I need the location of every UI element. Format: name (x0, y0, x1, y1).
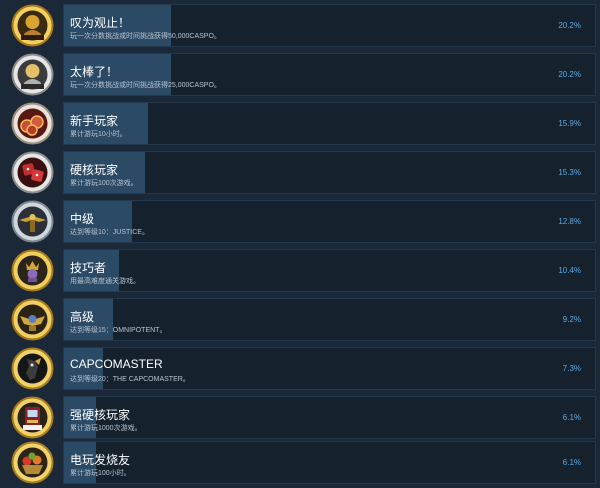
achievement-panel: 叹为观止！ 玩一次分数挑战或时间挑战获得50,000CASPO。 20.2% (63, 4, 596, 47)
achievement-row[interactable]: 强硬核玩家 累计游玩1000次游戏。 6.1% (11, 396, 596, 439)
achievement-percent: 10.4% (558, 266, 581, 275)
achievement-title: 太棒了！ (70, 65, 119, 79)
achievement-row[interactable]: 太棒了！ 玩一次分数挑战或时间挑战获得25,000CASPO。 20.2% (11, 53, 596, 96)
silver-bearded-fighter-icon (11, 53, 54, 96)
achievement-panel: 技巧者 用最高难度通关游戏。 10.4% (63, 249, 596, 292)
dark-warrior-icon (11, 347, 54, 390)
achievement-list: 叹为观止！ 玩一次分数挑战或时间挑战获得50,000CASPO。 20.2% 太… (0, 0, 600, 488)
achievement-percent: 15.3% (558, 168, 581, 177)
achievement-panel: 中级 达到等级10：JUSTICE。 12.8% (63, 200, 596, 243)
red-dice-icon (11, 151, 54, 194)
achievement-percent: 6.1% (562, 413, 581, 422)
achievement-row[interactable]: 高级 达到等级15：OMNIPOTENT。 9.2% (11, 298, 596, 341)
achievement-percent: 20.2% (558, 70, 581, 79)
achievement-panel: 电玩发烧友 累计游玩100小时。 6.1% (63, 441, 596, 484)
achievement-percent: 15.9% (558, 119, 581, 128)
achievement-row[interactable]: 硬核玩家 累计游玩100次游戏。 15.3% (11, 151, 596, 194)
fruit-basket-icon (11, 441, 54, 484)
achievement-description: 达到等级20：THE CAPCOMASTER。 (70, 376, 190, 383)
achievement-row[interactable]: CAPCOMASTER 达到等级20：THE CAPCOMASTER。 7.3% (11, 347, 596, 390)
achievement-title: 新手玩家 (70, 114, 119, 128)
achievement-description: 累计游玩10小时。 (70, 131, 127, 138)
achievement-description: 达到等级15：OMNIPOTENT。 (70, 327, 167, 334)
achievement-description: 用最高难度通关游戏。 (70, 278, 140, 285)
achievement-percent: 12.8% (558, 217, 581, 226)
gold-bearded-fighter-icon (11, 4, 54, 47)
achievement-title: 高级 (70, 310, 95, 324)
achievement-description: 累计游玩1000次游戏。 (70, 425, 142, 432)
achievement-description: 累计游玩100次游戏。 (70, 180, 138, 187)
achievement-panel: 新手玩家 累计游玩10小时。 15.9% (63, 102, 596, 145)
achievement-description: 玩一次分数挑战或时间挑战获得50,000CASPO。 (70, 33, 221, 40)
achievement-percent: 6.1% (562, 458, 581, 467)
winged-crest-icon (11, 200, 54, 243)
achievement-description: 玩一次分数挑战或时间挑战获得25,000CASPO。 (70, 82, 221, 89)
red-coins-icon (11, 102, 54, 145)
achievement-percent: 20.2% (558, 21, 581, 30)
achievement-title: 中级 (70, 212, 95, 226)
achievement-panel: CAPCOMASTER 达到等级20：THE CAPCOMASTER。 7.3% (63, 347, 596, 390)
crowned-figure-icon (11, 249, 54, 292)
achievement-title: 电玩发烧友 (70, 453, 131, 467)
achievement-title: CAPCOMASTER (70, 357, 163, 371)
achievement-percent: 7.3% (562, 364, 581, 373)
achievement-description: 达到等级10：JUSTICE。 (70, 229, 149, 236)
arcade-machine-icon (11, 396, 54, 439)
achievement-percent: 9.2% (562, 315, 581, 324)
achievement-row[interactable]: 电玩发烧友 累计游玩100小时。 6.1% (11, 441, 596, 484)
achievement-row[interactable]: 技巧者 用最高难度通关游戏。 10.4% (11, 249, 596, 292)
achievement-panel: 高级 达到等级15：OMNIPOTENT。 9.2% (63, 298, 596, 341)
achievement-row[interactable]: 中级 达到等级10：JUSTICE。 12.8% (11, 200, 596, 243)
winged-emblem-icon (11, 298, 54, 341)
achievement-panel: 太棒了！ 玩一次分数挑战或时间挑战获得25,000CASPO。 20.2% (63, 53, 596, 96)
achievement-row[interactable]: 叹为观止！ 玩一次分数挑战或时间挑战获得50,000CASPO。 20.2% (11, 4, 596, 47)
achievement-description: 累计游玩100小时。 (70, 470, 131, 477)
achievement-panel: 强硬核玩家 累计游玩1000次游戏。 6.1% (63, 396, 596, 439)
achievement-row[interactable]: 新手玩家 累计游玩10小时。 15.9% (11, 102, 596, 145)
achievement-title: 强硬核玩家 (70, 408, 131, 422)
achievement-title: 叹为观止！ (70, 16, 131, 30)
achievement-title: 技巧者 (70, 261, 107, 275)
achievement-title: 硬核玩家 (70, 163, 119, 177)
achievement-panel: 硬核玩家 累计游玩100次游戏。 15.3% (63, 151, 596, 194)
